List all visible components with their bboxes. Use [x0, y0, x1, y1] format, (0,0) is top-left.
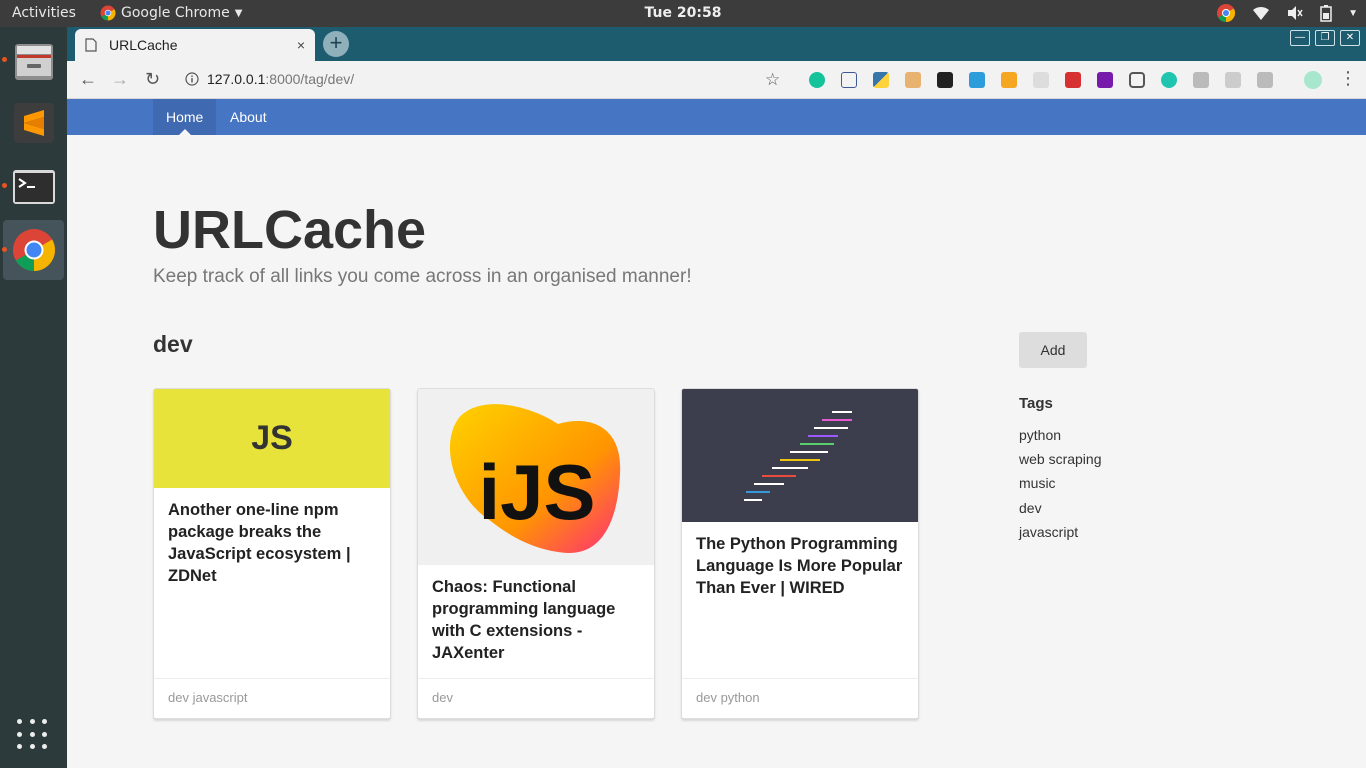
volume-icon[interactable]: [1286, 5, 1304, 21]
close-tab-icon[interactable]: ×: [297, 37, 305, 53]
activities-button[interactable]: Activities: [12, 5, 76, 21]
menu-dots-icon[interactable]: ⋮: [1339, 68, 1357, 89]
megaphone-icon[interactable]: [1065, 72, 1081, 88]
nav-about[interactable]: About: [217, 99, 280, 135]
file-cabinet-icon: [14, 44, 53, 80]
chrome-tray-icon[interactable]: [1216, 3, 1236, 23]
page-icon: [85, 38, 97, 52]
card-thumbnail: iJS: [418, 389, 654, 565]
system-tray[interactable]: ▼: [1216, 3, 1358, 23]
sublime-text-icon: [13, 103, 54, 143]
card-tags: dev: [418, 678, 654, 718]
app-menu[interactable]: Google Chrome ▼: [100, 5, 242, 21]
link-card[interactable]: iJS Chaos: Functional programming langua…: [417, 388, 655, 719]
chevron-down-icon: ▼: [234, 7, 243, 19]
dock-sublime-text[interactable]: [3, 93, 64, 153]
terminal-icon: [12, 170, 55, 204]
card-thumbnail: JS: [154, 389, 390, 488]
tag-heading: dev: [153, 331, 193, 357]
maximize-button[interactable]: ❐: [1315, 30, 1335, 46]
dock-chrome[interactable]: [3, 220, 64, 280]
link-card[interactable]: The Python Programming Language Is More …: [681, 388, 919, 719]
site-navbar: Home About: [67, 99, 1366, 135]
browser-toolbar: ← → ↻ 127.0.0.1:8000/tag/dev/ ☆ ⋮: [67, 61, 1366, 99]
extension-grey-icon[interactable]: [1033, 72, 1049, 88]
system-top-bar: Activities Google Chrome ▼ Tue 20:58 ▼: [0, 0, 1366, 27]
new-tab-button[interactable]: +: [323, 31, 349, 57]
url-host: 127.0.0.1: [207, 71, 266, 87]
profile-avatar[interactable]: [1304, 71, 1322, 89]
tag-link-music[interactable]: music: [1019, 475, 1056, 491]
tab-urlcache[interactable]: URLCache ×: [75, 29, 315, 61]
tag-link-python[interactable]: python: [1019, 427, 1061, 443]
forward-arrow-icon[interactable]: →: [111, 69, 129, 90]
battery-icon[interactable]: [1320, 4, 1332, 22]
json-viewer-icon[interactable]: [841, 72, 857, 88]
extension-face-icon[interactable]: [905, 72, 921, 88]
extension-m-icon[interactable]: [1161, 72, 1177, 88]
reload-icon[interactable]: ↻: [145, 69, 160, 90]
extension-hex-icon[interactable]: [1225, 72, 1241, 88]
card-tags: dev javascript: [154, 678, 390, 718]
dock-files[interactable]: [3, 31, 64, 91]
extension-doc-icon[interactable]: [937, 72, 953, 88]
extension-fork-icon[interactable]: [1193, 72, 1209, 88]
dock: [0, 27, 67, 768]
add-button[interactable]: Add: [1019, 332, 1087, 368]
power-menu-icon[interactable]: ▼: [1348, 8, 1358, 19]
clock[interactable]: Tue 20:58: [645, 5, 722, 21]
card-title[interactable]: Chaos: Functional programming language w…: [432, 576, 642, 664]
nav-home[interactable]: Home: [153, 99, 217, 135]
tab-title: URLCache: [109, 37, 178, 53]
minimize-button[interactable]: —: [1290, 30, 1310, 46]
page-title: URLCache: [153, 200, 427, 260]
wifi-icon[interactable]: [1252, 5, 1270, 21]
tag-link-javascript[interactable]: javascript: [1019, 524, 1078, 540]
web-page: Home About URLCache Keep track of all li…: [67, 99, 1366, 768]
extension-k-icon[interactable]: [1001, 72, 1017, 88]
extension-window-icon[interactable]: [969, 72, 985, 88]
svg-text:iJS: iJS: [478, 448, 595, 536]
page-tagline: Keep track of all links you come across …: [153, 266, 692, 287]
grammarly-icon[interactable]: [809, 72, 825, 88]
close-window-button[interactable]: ✕: [1340, 30, 1360, 46]
onenote-icon[interactable]: [1097, 72, 1113, 88]
tag-link-web-scraping[interactable]: web scraping: [1019, 451, 1102, 467]
tags-heading: Tags: [1019, 395, 1053, 412]
link-card[interactable]: JS Another one-line npm package breaks t…: [153, 388, 391, 719]
extension-star-icon[interactable]: [1257, 72, 1273, 88]
url-path: :8000/tag/dev/: [265, 71, 355, 87]
info-icon: [185, 72, 199, 86]
back-arrow-icon[interactable]: ←: [79, 69, 97, 90]
python-code-art: [744, 411, 852, 501]
python-icon[interactable]: [873, 72, 889, 88]
app-name: Google Chrome: [121, 5, 230, 21]
tag-link-dev[interactable]: dev: [1019, 500, 1042, 516]
ijs-logo: iJS: [449, 404, 621, 554]
chrome-small-icon: [100, 5, 116, 21]
running-indicator: [2, 57, 7, 62]
address-bar[interactable]: 127.0.0.1:8000/tag/dev/: [185, 71, 354, 87]
chrome-icon: [12, 229, 55, 271]
card-tags: dev python: [682, 678, 918, 718]
bookmark-star-icon[interactable]: ☆: [765, 70, 780, 90]
js-logo: JS: [251, 419, 293, 457]
dock-terminal[interactable]: [3, 157, 64, 217]
running-indicator: [2, 183, 7, 188]
card-title[interactable]: Another one-line npm package breaks the …: [168, 499, 378, 587]
card-thumbnail: [682, 389, 918, 522]
show-applications-icon[interactable]: [17, 719, 49, 751]
pocket-icon[interactable]: [1129, 72, 1145, 88]
tab-strip: URLCache × + — ❐ ✕: [67, 27, 1366, 61]
card-title[interactable]: The Python Programming Language Is More …: [696, 533, 906, 599]
running-indicator: [2, 247, 7, 252]
